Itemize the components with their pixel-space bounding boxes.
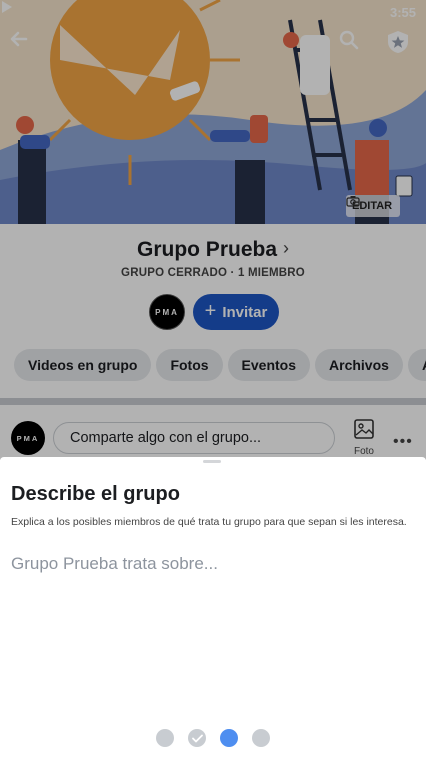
group-tabs: Videos en grupoFotosEventosArchivosÁlb <box>14 349 426 381</box>
group-privacy-members: GRUPO CERRADO · 1 MIEMBRO <box>121 267 305 279</box>
invite-button[interactable]: + Invitar <box>193 294 279 330</box>
photo-button[interactable]: Foto <box>350 418 378 457</box>
sheet-title: Describe el grupo <box>11 483 180 505</box>
section-divider <box>0 398 426 405</box>
edit-cover-button[interactable]: EDITAR <box>346 195 401 217</box>
describe-group-sheet: Describe el grupo Explica a los posibles… <box>0 457 426 759</box>
invite-label: Invitar <box>222 303 268 321</box>
tab-photos[interactable]: Fotos <box>156 349 223 381</box>
status-bar: 3:55 <box>0 0 426 24</box>
step-indicator <box>156 729 270 747</box>
composer-input[interactable]: Comparte algo con el grupo... <box>53 422 335 454</box>
check-icon <box>191 734 203 742</box>
tab-albums[interactable]: Álb <box>407 349 426 381</box>
photo-label: Foto <box>353 446 374 457</box>
group-avatar[interactable]: PMA <box>149 294 185 330</box>
tab-events[interactable]: Eventos <box>227 349 311 381</box>
composer-avatar[interactable]: PMA <box>11 421 45 455</box>
step-dot-3 <box>220 729 238 747</box>
group-name: Grupo Prueba <box>136 238 278 261</box>
shield-star-icon[interactable] <box>387 30 415 58</box>
tab-files[interactable]: Archivos <box>315 349 403 381</box>
tab-videos[interactable]: Videos en grupo <box>14 349 152 381</box>
more-horizontal-icon[interactable]: ••• <box>393 433 413 451</box>
cover-photo: 3:55 EDITAR <box>0 0 426 224</box>
step-dot-2 <box>188 729 206 747</box>
photo-icon <box>354 419 374 439</box>
chevron-right-icon: › <box>283 238 290 258</box>
step-dot-4 <box>252 729 270 747</box>
sheet-description: Explica a los posibles miembros de qué t… <box>11 516 407 528</box>
play-store-icon <box>2 1 12 13</box>
group-page-background: 3:55 EDITAR Grupo Prueba › GRUPO CERRADO… <box>0 0 426 460</box>
step-dot-1 <box>156 729 174 747</box>
sheet-grabber[interactable] <box>203 460 221 463</box>
status-time: 3:55 <box>389 5 416 20</box>
group-title-row[interactable]: Grupo Prueba › <box>0 238 426 262</box>
search-icon[interactable] <box>339 30 367 58</box>
camera-icon <box>346 196 360 207</box>
plus-icon: + <box>204 299 217 322</box>
group-description-input[interactable] <box>11 551 416 577</box>
back-icon[interactable] <box>10 30 38 58</box>
